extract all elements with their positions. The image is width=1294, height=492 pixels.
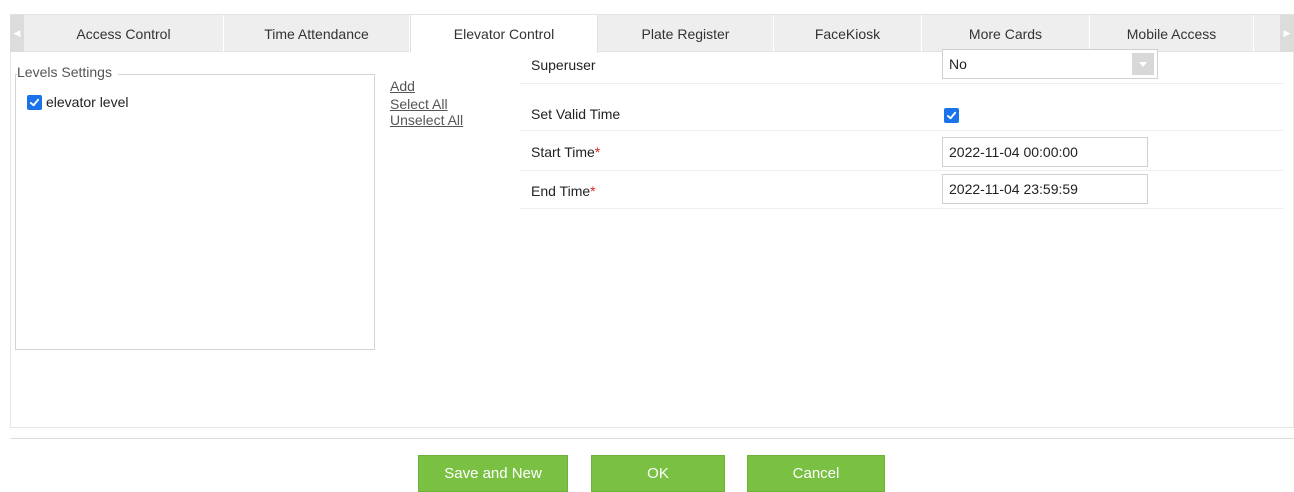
- levels-settings-legend: Levels Settings: [17, 64, 118, 80]
- ok-button[interactable]: OK: [591, 455, 725, 492]
- start-time-row: Start Time*: [520, 131, 1284, 171]
- superuser-row: Superuser: [520, 46, 1284, 84]
- select-all-link[interactable]: Select All: [390, 96, 463, 112]
- levels-settings-box: [15, 74, 375, 350]
- valid-time-label: Set Valid Time: [531, 106, 621, 122]
- level-actions: Add Select All Unselect All: [390, 78, 463, 128]
- superuser-label: Superuser: [531, 57, 596, 73]
- start-time-input[interactable]: 2022-11-04 00:00:00: [942, 137, 1148, 167]
- tab-time-attendance[interactable]: Time Attendance: [224, 15, 410, 52]
- footer-divider: [10, 438, 1294, 439]
- end-time-label: End Time*: [531, 183, 596, 199]
- start-time-label: Start Time*: [531, 144, 601, 160]
- tab-access-control[interactable]: Access Control: [24, 15, 224, 52]
- save-and-new-button[interactable]: Save and New: [418, 455, 568, 492]
- valid-time-checkbox[interactable]: [944, 108, 959, 123]
- add-link[interactable]: Add: [390, 78, 463, 94]
- required-mark: *: [590, 183, 596, 199]
- unselect-all-link[interactable]: Unselect All: [390, 112, 463, 128]
- required-mark: *: [594, 144, 601, 160]
- cancel-button[interactable]: Cancel: [747, 455, 885, 492]
- end-time-row: End Time*: [520, 171, 1284, 209]
- checkbox-checked-icon[interactable]: [27, 94, 42, 110]
- level-item[interactable]: elevator level: [27, 94, 129, 110]
- scroll-left-icon[interactable]: ◀: [10, 15, 24, 52]
- superuser-select[interactable]: No: [942, 49, 1158, 79]
- end-time-input[interactable]: 2022-11-04 23:59:59: [942, 174, 1148, 204]
- valid-time-row: Set Valid Time: [520, 84, 1284, 131]
- superuser-value: No: [949, 56, 967, 72]
- dropdown-arrow-icon[interactable]: [1132, 53, 1154, 75]
- level-item-label: elevator level: [46, 94, 129, 110]
